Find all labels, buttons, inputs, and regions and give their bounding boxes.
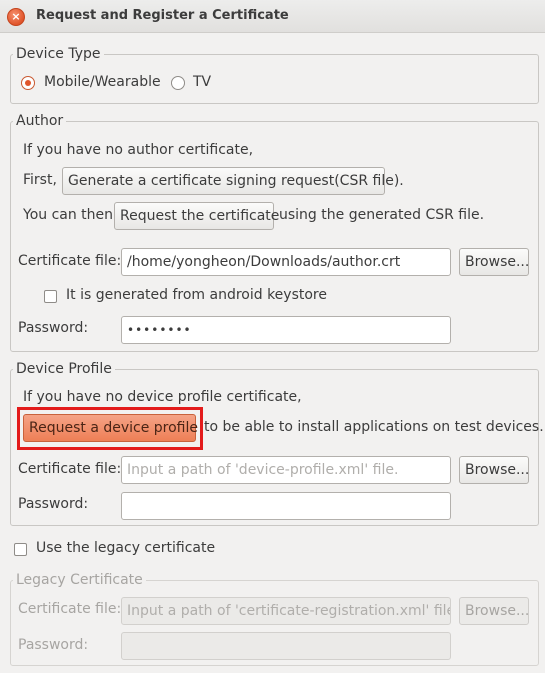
device-profile-intro-text: If you have no device profile certificat…: [23, 389, 302, 405]
author-cert-file-label: Certificate file:: [18, 253, 122, 269]
device-profile-cert-file-label: Certificate file:: [18, 461, 122, 477]
generate-csr-button[interactable]: Generate a certificate signing request(C…: [62, 167, 404, 195]
device-type-legend: Device Type: [16, 46, 101, 62]
radio-mobile-wearable[interactable]: [21, 76, 35, 90]
title-bar: × Request and Register a Certificate: [0, 0, 545, 33]
legacy-password-label: Password:: [18, 637, 89, 653]
author-legend: Author: [16, 113, 64, 129]
device-profile-password-label: Password:: [18, 496, 89, 512]
device-profile-legend: Device Profile: [16, 361, 112, 377]
legacy-certificate-checkbox-label[interactable]: Use the legacy certificate: [36, 540, 215, 556]
request-certificate-button[interactable]: Request the certificate: [114, 202, 279, 230]
device-profile-suffix-text: to be able to install applications on te…: [204, 419, 544, 435]
legacy-password-input: [121, 632, 451, 660]
using-csr-text: using the generated CSR file.: [279, 207, 485, 223]
legacy-certificate-checkbox[interactable]: [14, 543, 27, 556]
legacy-certificate-legend: Legacy Certificate: [16, 572, 143, 588]
author-password-label: Password:: [18, 320, 89, 336]
android-keystore-checkbox[interactable]: [44, 290, 57, 303]
radio-mobile-wearable-label[interactable]: Mobile/Wearable: [44, 74, 161, 90]
legacy-cert-file-label: Certificate file:: [18, 601, 122, 617]
certificate-dialog: × Request and Register a Certificate Dev…: [0, 0, 545, 673]
close-icon[interactable]: ×: [7, 8, 25, 26]
then-label: You can then: [23, 207, 114, 223]
author-cert-file-input[interactable]: /home/yongheon/Downloads/author.crt: [121, 248, 451, 276]
window-title: Request and Register a Certificate: [36, 8, 289, 23]
author-password-input[interactable]: ••••••••: [121, 316, 451, 344]
legacy-cert-file-input: Input a path of 'certificate-registratio…: [121, 597, 451, 625]
device-profile-cert-file-input[interactable]: Input a path of 'device-profile.xml' fil…: [121, 456, 451, 484]
android-keystore-label[interactable]: It is generated from android keystore: [66, 287, 327, 303]
author-intro-text: If you have no author certificate,: [23, 142, 254, 158]
legacy-browse-button: Browse...: [459, 597, 529, 625]
radio-tv[interactable]: [171, 76, 185, 90]
highlight-box: [17, 407, 203, 450]
device-profile-browse-button[interactable]: Browse...: [459, 456, 529, 484]
author-browse-button[interactable]: Browse...: [459, 248, 529, 276]
device-profile-password-input[interactable]: [121, 492, 451, 520]
radio-tv-label[interactable]: TV: [193, 74, 211, 90]
first-label: First,: [23, 172, 57, 188]
